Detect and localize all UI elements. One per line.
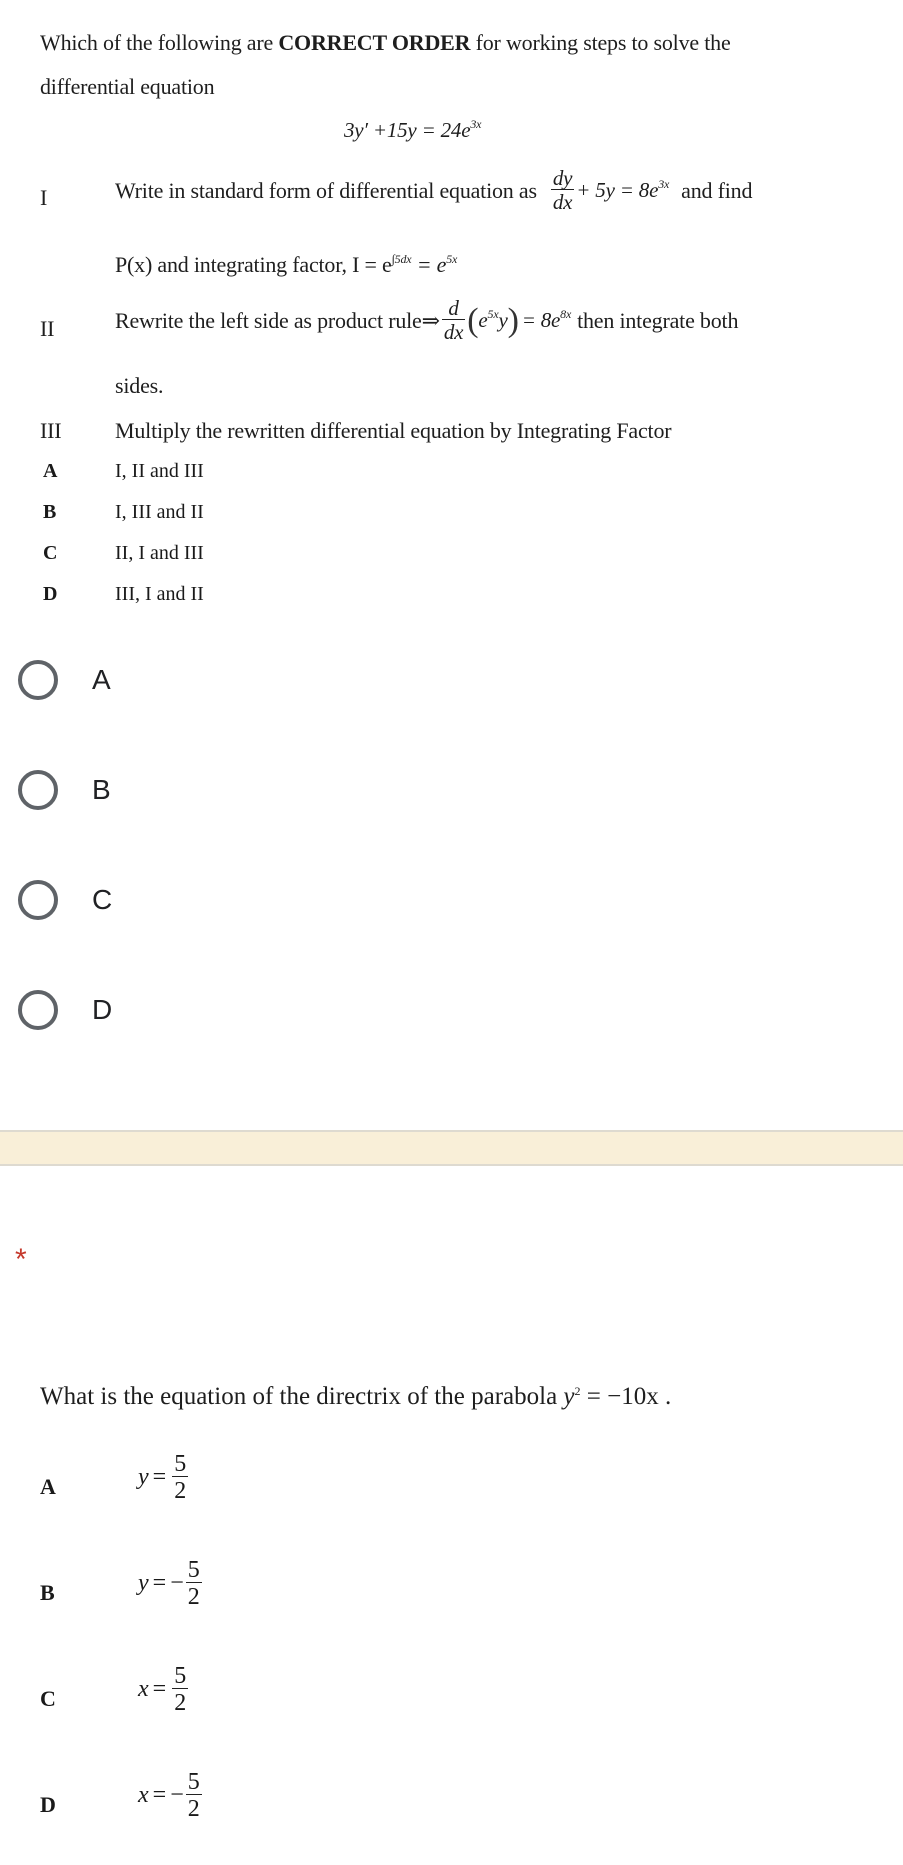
question-separator	[0, 1130, 903, 1166]
fraction-numerator: 5	[174, 1451, 187, 1477]
radio-label: D	[92, 994, 113, 1025]
integral-exponent: ∫5dx	[391, 252, 412, 266]
step-1-text-end: and find	[681, 177, 753, 203]
product-term: e5xy	[478, 308, 507, 333]
prompt-bold: CORRECT ORDER	[278, 30, 471, 55]
prompt-variable: y	[563, 1383, 575, 1410]
radio-button-icon[interactable]	[18, 990, 58, 1030]
product-exp: 5x	[487, 307, 499, 321]
paren-close: )	[507, 301, 519, 339]
choice-letter-c: C	[43, 542, 58, 564]
prompt-text: Which of the following are	[40, 30, 279, 55]
choice-text-a: I, II and III	[115, 460, 204, 482]
step-2-text: Rewrite the left side as product rule⇒	[115, 307, 440, 333]
fraction-denominator: dx	[550, 189, 575, 214]
q2-choice-equation-a: y = 52	[138, 1452, 190, 1503]
choice-text-d: III, I and II	[115, 583, 204, 605]
main-equation: 3y′ +15y = 24e3x	[344, 118, 481, 143]
step-1-eq-exp: 3x	[658, 177, 670, 191]
question2-prompt: What is the equation of the directrix of…	[40, 1383, 671, 1411]
fraction: 52	[172, 1451, 189, 1504]
step-1-line2-mid: = e	[411, 252, 447, 277]
required-asterisk-icon: *	[15, 1243, 27, 1276]
step-number-2: II	[40, 316, 55, 341]
radio-option-a[interactable]: A	[18, 653, 111, 707]
radio-option-b[interactable]: B	[18, 763, 111, 817]
equation-variable: x	[138, 1676, 149, 1702]
equals-sign: =	[152, 1676, 167, 1702]
choice-letter-b: B	[43, 501, 57, 523]
product-tail: y	[498, 308, 508, 332]
choice-letter-d: D	[43, 583, 58, 605]
equation-lhs: 3y′ +15y = 24e	[344, 118, 471, 142]
choice-letter-a: A	[43, 460, 58, 482]
prompt-text: What is the equation of the directrix of…	[40, 1383, 564, 1410]
q2-choice-letter-c: C	[40, 1686, 56, 1711]
product-base: e	[478, 308, 488, 332]
fraction-numerator: 5	[187, 1557, 200, 1583]
step-1-line2-text: P(x) and integrating factor, I = e	[115, 252, 392, 277]
step-2-eq-mid: = 8e	[521, 308, 561, 332]
q2-choice-letter-d: D	[40, 1792, 56, 1817]
step-number-1: I	[40, 185, 48, 210]
step-1-equation: + 5y = 8e3x	[576, 178, 669, 203]
q2-choice-letter-b: B	[40, 1580, 55, 1605]
equation-sign: −	[170, 1570, 184, 1596]
step-2: Rewrite the left side as product rule⇒ d…	[115, 298, 738, 343]
equation-variable: x	[138, 1782, 149, 1808]
prompt-text-end: for working steps to solve the	[470, 30, 731, 55]
question1-prompt-line2: differential equation	[40, 74, 215, 99]
q2-choice-equation-d: x = − 52	[138, 1770, 204, 1821]
step-1-eq-mid: + 5y = 8e	[576, 178, 659, 202]
radio-button-icon[interactable]	[18, 660, 58, 700]
fraction-denominator: 2	[185, 1582, 202, 1610]
choice-text-c: II, I and III	[115, 542, 204, 564]
step-1-line2: P(x) and integrating factor, I = e∫5dx =…	[115, 252, 457, 278]
radio-option-d[interactable]: D	[18, 983, 112, 1037]
choice-text-b: I, III and II	[115, 501, 204, 523]
fraction-denominator: dx	[441, 319, 466, 344]
step-1-text: Write in standard form of differential e…	[115, 177, 537, 203]
radio-label: C	[92, 884, 113, 915]
equation-exponent: 3x	[470, 117, 482, 131]
radio-label: A	[92, 664, 111, 695]
prompt-text-end: = −10x .	[580, 1383, 672, 1410]
fraction: 52	[185, 1557, 202, 1610]
equals-sign: =	[152, 1782, 167, 1808]
radio-label: B	[92, 774, 111, 805]
equation-variable: y	[138, 1570, 149, 1596]
step-1: Write in standard form of differential e…	[115, 168, 752, 213]
step-2-eq-exp: 8x	[560, 307, 572, 321]
step-number-3: III	[40, 418, 62, 443]
question1-prompt: Which of the following are CORRECT ORDER…	[40, 30, 731, 56]
fraction: 52	[172, 1663, 189, 1716]
fraction-denominator: 2	[172, 1476, 189, 1504]
radio-button-icon[interactable]	[18, 770, 58, 810]
q2-choice-equation-b: y = − 52	[138, 1558, 204, 1609]
q2-choice-letter-a: A	[40, 1474, 56, 1499]
step-2-text-end: then integrate both	[577, 307, 739, 333]
fraction-denominator: 2	[172, 1688, 189, 1716]
fraction-numerator: d	[448, 296, 459, 320]
equals-sign: =	[152, 1570, 167, 1596]
q2-choice-equation-c: x = 52	[138, 1664, 190, 1715]
d-dx-fraction: d dx	[441, 296, 466, 344]
fraction: 52	[185, 1769, 202, 1822]
step-2-line2: sides.	[115, 373, 164, 398]
fraction-denominator: 2	[185, 1794, 202, 1822]
fraction-numerator: 5	[187, 1769, 200, 1795]
equals-sign: =	[152, 1464, 167, 1490]
equation-variable: y	[138, 1464, 149, 1490]
step-1-line2-exp: 5x	[446, 252, 458, 266]
fraction-numerator: 5	[174, 1663, 187, 1689]
radio-option-c[interactable]: C	[18, 873, 112, 927]
step-3-text: Multiply the rewritten differential equa…	[115, 418, 672, 443]
radio-button-icon[interactable]	[18, 880, 58, 920]
fraction-numerator: dy	[552, 166, 573, 190]
step-2-equation: = 8e8x	[521, 307, 572, 333]
paren-open: (	[467, 301, 479, 339]
dy-dx-fraction: dy dx	[550, 166, 575, 214]
equation-sign: −	[170, 1782, 184, 1808]
